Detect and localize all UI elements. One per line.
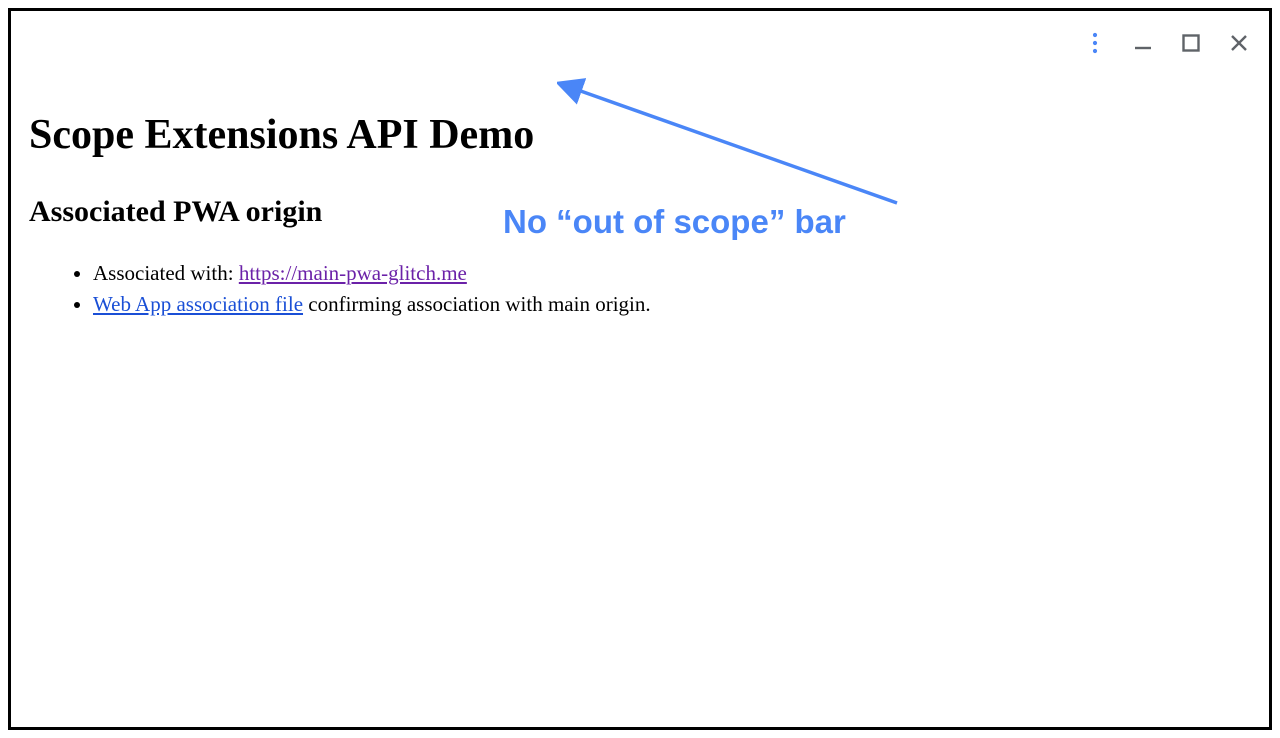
more-vert-icon[interactable] [1083, 31, 1107, 55]
list-item: Web App association file confirming asso… [93, 290, 1251, 319]
titlebar [1083, 31, 1251, 55]
associated-origin-link[interactable]: https://main-pwa-glitch.me [239, 261, 467, 285]
close-icon[interactable] [1227, 31, 1251, 55]
app-window-frame: Scope Extensions API Demo Associated PWA… [8, 8, 1272, 730]
list-item-suffix: confirming association with main origin. [303, 292, 651, 316]
list-item-prefix: Associated with: [93, 261, 239, 285]
annotation-label: No “out of scope” bar [503, 203, 846, 241]
association-list: Associated with: https://main-pwa-glitch… [29, 259, 1251, 320]
maximize-icon[interactable] [1179, 31, 1203, 55]
page-content: Scope Extensions API Demo Associated PWA… [11, 11, 1269, 340]
association-file-link[interactable]: Web App association file [93, 292, 303, 316]
list-item: Associated with: https://main-pwa-glitch… [93, 259, 1251, 288]
page-title: Scope Extensions API Demo [29, 111, 1251, 159]
minimize-icon[interactable] [1131, 31, 1155, 55]
